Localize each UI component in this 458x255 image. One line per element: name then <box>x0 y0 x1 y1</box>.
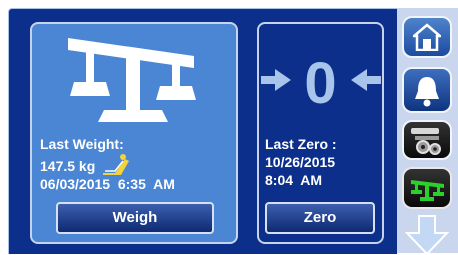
weigh-panel: Last Weight: 147.5 kg 06/03/2015 6:35 AM… <box>30 22 238 244</box>
scale-icon <box>410 177 446 203</box>
tools-icon <box>409 126 447 156</box>
tools-button[interactable] <box>402 120 452 160</box>
last-zero-label: Last Zero : <box>265 136 337 152</box>
zero-panel: 0 Last Zero : 10/26/2015 8:04 AM Zero <box>257 22 384 244</box>
reclining-patient-icon <box>101 153 131 175</box>
home-icon <box>413 23 441 51</box>
last-weight-label: Last Weight: <box>40 136 124 152</box>
scale-icon <box>66 30 208 130</box>
alarm-button[interactable] <box>402 67 452 113</box>
arrow-left-icon <box>351 69 381 91</box>
sidebar <box>397 8 458 255</box>
home-button[interactable] <box>402 16 452 58</box>
last-weight-datetime: 06/03/2015 6:35 AM <box>40 176 175 192</box>
last-zero-date: 10/26/2015 <box>265 154 336 170</box>
weight-value: 147.5 kg <box>40 158 96 174</box>
weigh-mode-button[interactable] <box>402 167 452 209</box>
last-weight-info: Last Weight: 147.5 kg 06/03/2015 6:35 AM <box>40 135 175 193</box>
scroll-down-button[interactable] <box>402 215 452 255</box>
arrow-down-icon <box>405 215 449 255</box>
last-zero-time: 8:04 AM <box>265 172 323 188</box>
last-zero-info: Last Zero : 10/26/2015 8:04 AM <box>265 135 337 189</box>
weigh-button[interactable]: Weigh <box>56 202 214 234</box>
bell-icon <box>412 74 442 108</box>
zero-button[interactable]: Zero <box>265 202 375 234</box>
